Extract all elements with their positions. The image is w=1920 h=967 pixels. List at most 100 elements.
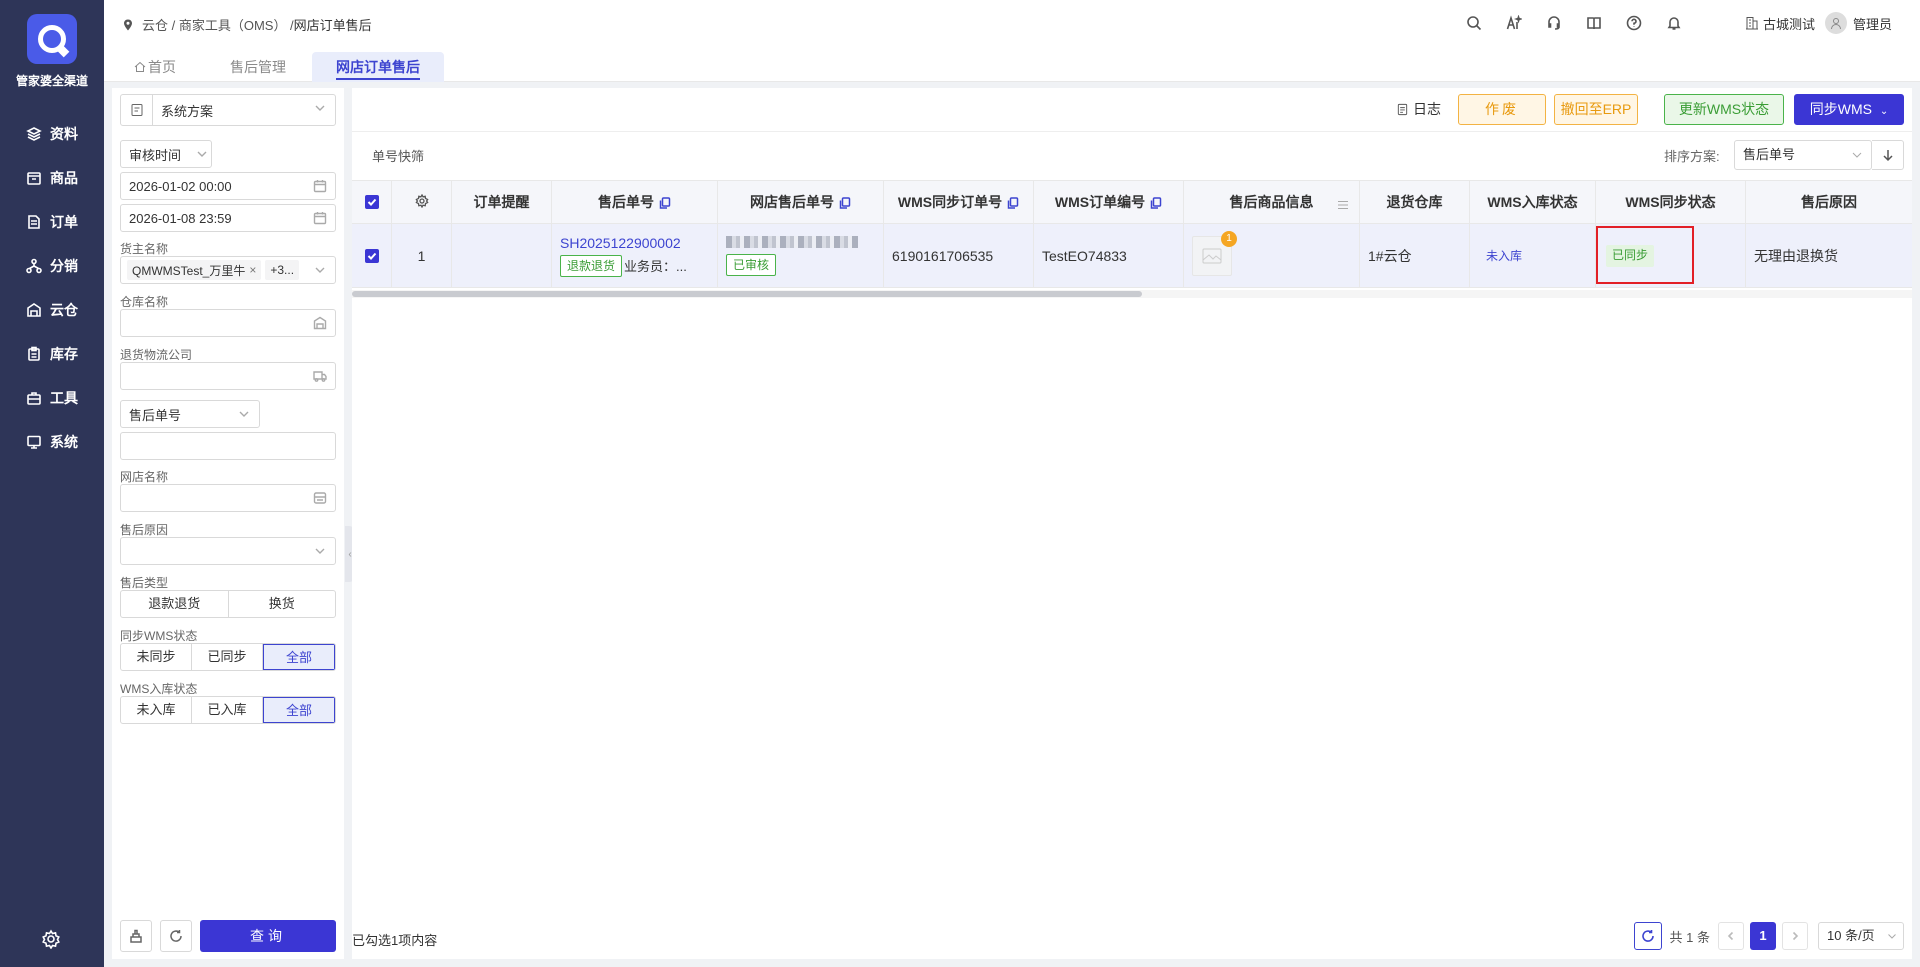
update-wms-status-button[interactable]: 更新WMS状态 <box>1664 94 1784 125</box>
revoke-to-erp-button[interactable]: 撤回至ERP <box>1554 94 1638 125</box>
next-page-button[interactable] <box>1782 922 1808 950</box>
breadcrumb-path[interactable]: 云仓 / 商家工具（OMS） / <box>142 15 294 34</box>
tab-aftersale-management[interactable]: 售后管理 <box>230 52 286 82</box>
sync-wms-button[interactable]: 同步WMS ⌄ <box>1794 94 1904 125</box>
log-icon <box>1397 103 1408 116</box>
time-type-select[interactable]: 审核时间 <box>120 140 212 168</box>
sidebar-item-goods[interactable]: 商品 <box>0 156 104 200</box>
ai-assistant-icon[interactable] <box>1504 13 1524 33</box>
help-book-icon[interactable] <box>1584 13 1604 33</box>
tab-shop-order-aftersale[interactable]: 网店订单售后 <box>312 52 444 82</box>
sidebar-item-cloud-warehouse[interactable]: 云仓 <box>0 288 104 332</box>
current-page[interactable]: 1 <box>1750 922 1776 950</box>
header-aftersale-no[interactable]: 售后单号 <box>552 181 718 223</box>
reset-button[interactable] <box>160 920 192 952</box>
customer-service-icon[interactable] <box>1544 13 1564 33</box>
row-shop-aftersale-no-cell: 已审核 <box>718 224 884 287</box>
copy-icon[interactable] <box>1150 196 1162 209</box>
sidebar-item-data[interactable]: 资料 <box>0 112 104 156</box>
sort-scheme-select[interactable]: 售后单号 <box>1734 140 1872 170</box>
copy-icon[interactable] <box>839 196 851 209</box>
shop-label: 网店名称 <box>120 470 169 484</box>
row-goods-info-cell: 1 <box>1184 224 1360 287</box>
search-icon[interactable] <box>1464 13 1484 33</box>
notification-bell-icon[interactable] <box>1664 13 1684 33</box>
toolbox-icon <box>26 390 42 406</box>
wms-in-option-not-in[interactable]: 未入库 <box>121 697 192 723</box>
scrollbar-thumb[interactable] <box>352 291 1142 297</box>
sort-direction-button[interactable] <box>1872 140 1904 170</box>
warehouse-input[interactable] <box>120 309 336 337</box>
table-row[interactable]: 1 SH2025122900002 退款退货 业务员：... 已审核 61901… <box>352 224 1912 288</box>
wms-sync-option-unsynced[interactable]: 未同步 <box>121 644 192 670</box>
row-checkbox[interactable] <box>364 248 379 263</box>
remove-tag-icon[interactable]: × <box>249 263 256 277</box>
query-button[interactable]: 查询 <box>200 920 336 952</box>
wms-in-option-in[interactable]: 已入库 <box>192 697 263 723</box>
column-menu-icon[interactable] <box>1337 197 1349 209</box>
log-button[interactable]: 日志 <box>1396 94 1452 125</box>
building-icon <box>1745 17 1758 30</box>
table-header: 订单提醒 售后单号 网店售后单号 WMS同步订单号 WMS订单编号 售后商品信息 <box>352 180 1912 224</box>
settings-gear-icon[interactable] <box>41 929 61 950</box>
sidebar-item-label: 商品 <box>50 170 78 186</box>
date-start-value: 2026-01-02 00:00 <box>129 178 232 194</box>
row-aftersale-no-cell: SH2025122900002 退款退货 业务员：... <box>552 224 718 287</box>
copy-icon[interactable] <box>1007 196 1019 209</box>
copy-icon[interactable] <box>659 196 671 209</box>
order-number-input[interactable] <box>120 432 336 460</box>
chevron-down-icon <box>1888 934 1896 939</box>
header-goods-info: 售后商品信息 <box>1184 181 1360 223</box>
header-wms-order-no[interactable]: WMS订单编号 <box>1034 181 1184 223</box>
type-option-exchange[interactable]: 换货 <box>229 591 336 617</box>
tab-home[interactable]: 首页 <box>134 52 176 82</box>
question-icon[interactable] <box>1624 13 1644 33</box>
app-logo[interactable] <box>27 14 77 64</box>
order-type-select[interactable]: 售后单号 <box>120 400 260 428</box>
sidebar: 管家婆全渠道 资料 商品 订单 分销 云仓 库存 工具 系统 <box>0 0 104 967</box>
chevron-down-icon <box>313 263 327 277</box>
header-shop-aftersale-no[interactable]: 网店售后单号 <box>718 181 884 223</box>
prev-page-button[interactable] <box>1718 922 1744 950</box>
refresh-button[interactable] <box>1633 922 1662 950</box>
avatar[interactable] <box>1824 12 1847 34</box>
arrow-down-icon <box>1882 150 1893 162</box>
wms-sync-option-synced[interactable]: 已同步 <box>192 644 263 670</box>
sidebar-item-distribution[interactable]: 分销 <box>0 244 104 288</box>
select-all-checkbox[interactable] <box>364 195 379 209</box>
type-option-refund-return[interactable]: 退款退货 <box>121 591 229 617</box>
column-settings-gear-icon[interactable] <box>414 193 429 211</box>
aftersale-no-link[interactable]: SH2025122900002 <box>560 235 681 251</box>
owner-select[interactable]: QMWMSTest_万里牛 × +3... <box>120 256 336 284</box>
sidebar-item-tools[interactable]: 工具 <box>0 376 104 420</box>
sidebar-item-orders[interactable]: 订单 <box>0 200 104 244</box>
logistics-input[interactable] <box>120 362 336 390</box>
void-button[interactable]: 作废 <box>1458 94 1546 125</box>
organization-switcher[interactable]: 古城测试 <box>1745 14 1815 33</box>
horizontal-scrollbar[interactable] <box>352 290 1912 298</box>
row-return-warehouse: 1#云仓 <box>1360 224 1470 287</box>
date-end-input[interactable]: 2026-01-08 23:59 <box>120 204 336 232</box>
broom-icon <box>130 929 142 943</box>
row-wms-order-no: TestEO74833 <box>1034 224 1184 287</box>
quick-filter-label[interactable]: 单号快筛 <box>372 146 424 165</box>
owner-label: 货主名称 <box>120 242 169 256</box>
type-label: 售后类型 <box>120 576 169 590</box>
wms-sync-option-all[interactable]: 全部 <box>263 644 335 670</box>
scheme-select[interactable]: 系统方案 <box>120 94 336 126</box>
page-size-select[interactable]: 10 条/页 <box>1818 922 1904 950</box>
shop-input[interactable] <box>120 484 336 512</box>
sidebar-item-system[interactable]: 系统 <box>0 420 104 464</box>
redacted-shop-order-no <box>726 235 858 248</box>
wms-in-option-all[interactable]: 全部 <box>263 697 335 723</box>
sidebar-item-inventory[interactable]: 库存 <box>0 332 104 376</box>
date-start-input[interactable]: 2026-01-02 00:00 <box>120 172 336 200</box>
salesman-text: 业务员：... <box>624 259 687 274</box>
user-name[interactable]: 管理员 <box>1853 14 1892 33</box>
row-wms-in-status-cell: 未入库 <box>1470 224 1596 287</box>
chevron-down-icon: ⌄ <box>1879 106 1889 117</box>
clear-filters-button[interactable] <box>120 920 152 952</box>
header-wms-sync-no[interactable]: WMS同步订单号 <box>884 181 1034 223</box>
reason-select[interactable] <box>120 537 336 565</box>
goods-thumbnail[interactable]: 1 <box>1192 230 1237 276</box>
